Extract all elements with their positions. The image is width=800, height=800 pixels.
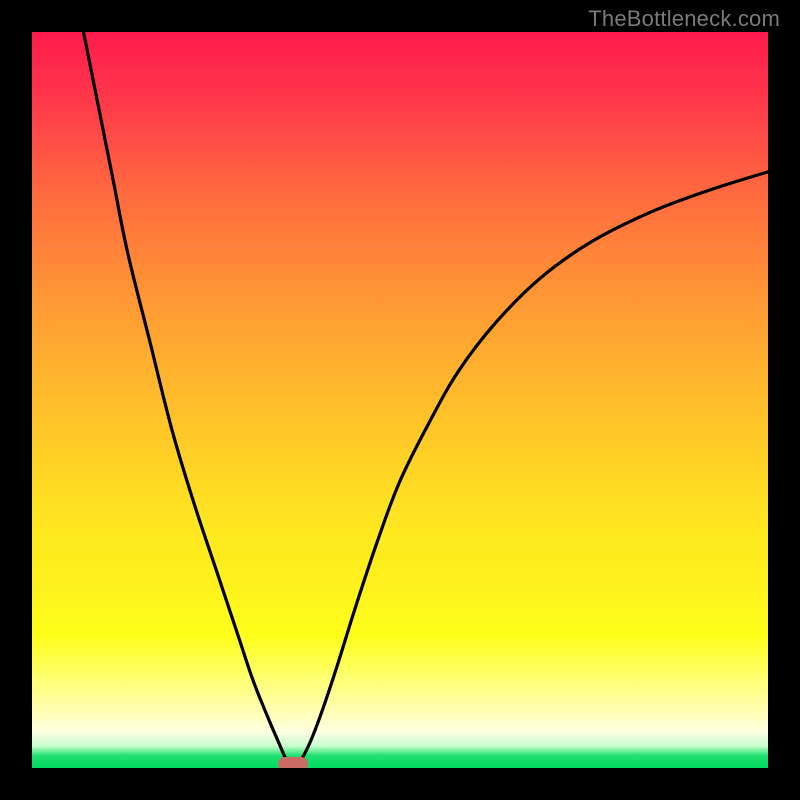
curve-svg [32,32,768,768]
chart-frame: TheBottleneck.com [0,0,800,800]
bottleneck-curve [84,32,768,765]
plot-area [32,32,768,768]
min-marker [278,757,308,768]
watermark-text: TheBottleneck.com [588,6,780,32]
